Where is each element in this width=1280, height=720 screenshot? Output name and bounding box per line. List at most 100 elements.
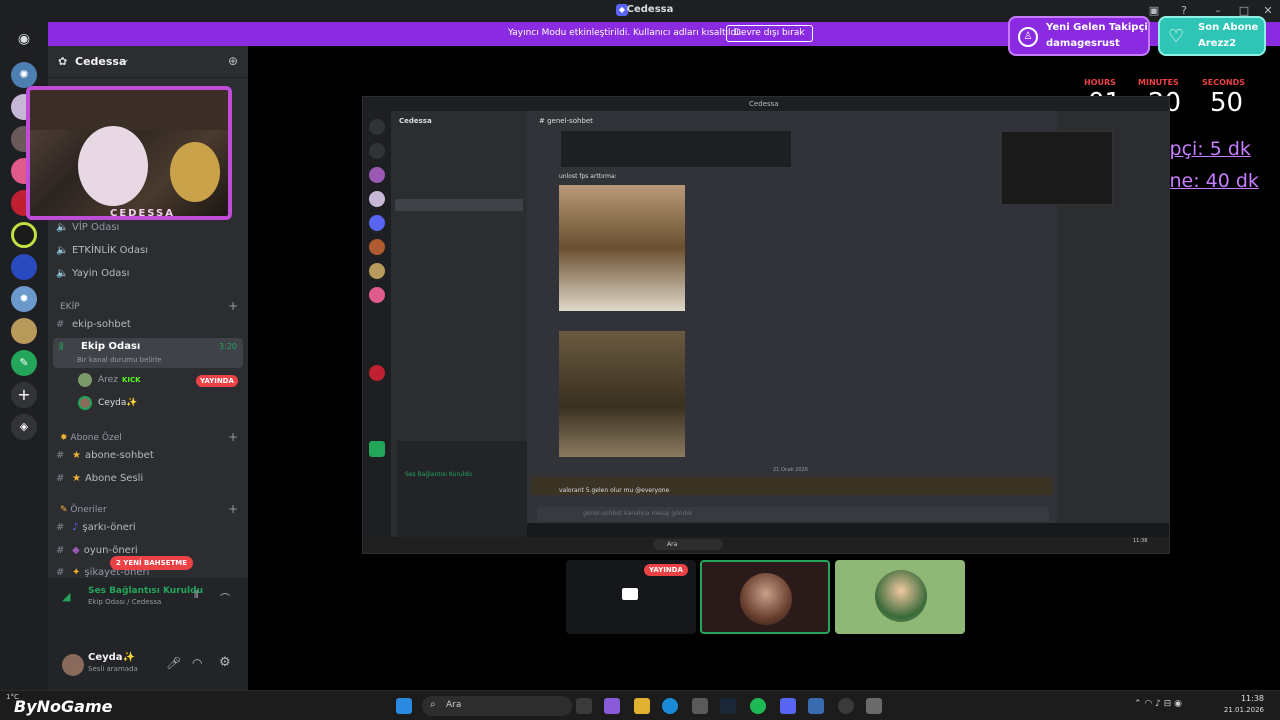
disable-streamer-mode-button[interactable]: Devre dışı bırak xyxy=(726,25,813,42)
inbox-icon[interactable]: ▣ xyxy=(1146,3,1162,19)
channel-vip[interactable]: 🔈 VİP Odası xyxy=(56,222,119,242)
voice-status[interactable]: Ses Bağlantısı Kuruldu xyxy=(88,586,203,596)
channel-label: şarkı-öneri xyxy=(82,522,136,533)
hash-icon: # xyxy=(56,319,65,330)
new-mentions-badge[interactable]: 2 YENİ BAHSETME xyxy=(110,556,194,570)
speaker-icon: 🔈 xyxy=(56,245,69,256)
stream-channel-name: # genel-sohbet xyxy=(539,117,593,125)
seconds-value: 50 xyxy=(1210,88,1244,118)
live-badge: YAYINDA xyxy=(196,375,238,387)
seconds-label: SECONDS xyxy=(1202,78,1245,87)
channel-abone-sohbet[interactable]: # ★ abone-sohbet xyxy=(56,450,154,470)
meme-image xyxy=(559,185,685,311)
star-icon: ✸ xyxy=(60,433,71,443)
teddy-bear xyxy=(170,142,220,202)
steam-icon[interactable] xyxy=(720,698,736,714)
channel-label: ETKİNLİK Odası xyxy=(72,245,149,256)
voice-timer: 3:20 xyxy=(219,342,237,351)
headphones-icon[interactable]: ◠ xyxy=(192,656,202,670)
file-explorer-icon[interactable] xyxy=(634,698,650,714)
add-channel-icon[interactable]: + xyxy=(228,299,238,313)
category-label: Öneriler xyxy=(70,505,107,515)
add-server-icon[interactable]: + xyxy=(11,382,37,408)
stream-server-list xyxy=(363,111,391,537)
obs-icon[interactable] xyxy=(838,698,854,714)
edge-icon[interactable] xyxy=(662,698,678,714)
server-icon[interactable]: ✹ xyxy=(11,286,37,312)
avatar[interactable] xyxy=(62,654,84,676)
avatar xyxy=(740,573,792,625)
signal-icon: ◢ xyxy=(62,590,71,603)
voice-member[interactable]: Ceyda✨ xyxy=(98,398,138,408)
windows-taskbar: 1°C ByNoGame ⌕ Ara ⌃ ◠ ♪ ⊟ ◉ 11:38 21.01… xyxy=(0,690,1280,720)
taskbar-search[interactable]: ⌕ Ara xyxy=(422,696,572,716)
add-channel-icon[interactable]: + xyxy=(228,430,238,444)
window-title: Cedessa xyxy=(626,4,674,15)
channel-etkinlik[interactable]: 🔈 ETKİNLİK Odası xyxy=(56,245,148,265)
clock-date[interactable]: 21.01.2026 xyxy=(1206,706,1264,714)
guild-header[interactable]: ✿ Cedessa ⌄ ⊕ xyxy=(48,46,248,78)
copilot-icon[interactable] xyxy=(604,698,620,714)
store-icon[interactable] xyxy=(692,698,708,714)
server-icon[interactable] xyxy=(11,318,37,344)
category-ekip[interactable]: EKİP xyxy=(60,302,80,312)
discord-home-icon[interactable]: ◉ xyxy=(11,26,37,52)
channel-yayin[interactable]: 🔈 Yayin Odası xyxy=(56,268,129,288)
hash-icon: # xyxy=(56,567,65,578)
webcam-overlay: CEDESSA xyxy=(26,86,232,220)
channel-sarki[interactable]: # ♪ şarkı-öneri xyxy=(56,522,136,542)
stream-guild-name: Cedessa xyxy=(399,117,432,125)
screen-share-stream[interactable]: Cedessa Cedessa Ses Bağlantısı Kuruldu #… xyxy=(362,96,1170,554)
gamepad-icon: ◆ xyxy=(72,545,80,556)
spotify-icon[interactable] xyxy=(750,698,766,714)
hash-icon: # xyxy=(56,545,65,556)
username[interactable]: Ceyda✨ xyxy=(88,652,135,663)
server-icon[interactable]: ✺ xyxy=(11,62,37,88)
category-oneriler[interactable]: ✎ Öneriler xyxy=(60,505,107,515)
voice-member[interactable]: Arez xyxy=(98,375,118,385)
app-icon[interactable] xyxy=(808,698,824,714)
disconnect-icon[interactable]: ⌒ xyxy=(220,590,230,605)
avatar xyxy=(78,373,92,387)
server-icon[interactable] xyxy=(11,254,37,280)
hash-icon: # xyxy=(56,450,65,461)
category-abone[interactable]: ✸ Abone Özel xyxy=(60,433,122,443)
gif-image xyxy=(559,331,685,457)
server-icon[interactable] xyxy=(11,222,37,248)
guild-name: Cedessa xyxy=(75,55,127,68)
participant-tile[interactable] xyxy=(700,560,830,634)
stream-taskbar: Ara 11:38 xyxy=(363,537,1169,553)
hash-icon: # xyxy=(56,522,65,533)
channel-ekip-sohbet[interactable]: # ekip-sohbet xyxy=(56,319,131,339)
add-member-icon[interactable]: ⊕ xyxy=(228,54,238,68)
add-channel-icon[interactable]: + xyxy=(228,502,238,516)
category-label: Abone Özel xyxy=(70,433,122,443)
participant-tile[interactable] xyxy=(835,560,965,634)
settings-icon[interactable] xyxy=(866,698,882,714)
user-panel: Ceyda✨ Sesli aramada 🎤︎ ◠ ⚙ xyxy=(48,644,248,690)
screen-share-tile[interactable]: YAYINDA xyxy=(566,560,696,634)
tray-icons[interactable]: ⌃ ◠ ♪ ⊟ ◉ xyxy=(1134,699,1182,709)
channel-status[interactable]: Bir kanal durumu belirle xyxy=(77,356,161,364)
banner-text: Yayıncı Modu etkinleştirildi. Kullanıcı … xyxy=(508,28,742,38)
channel-label: Abone Sesli xyxy=(84,473,144,484)
channel-ekip-odasi[interactable]: ⦀ Ekip Odası 3:20 Bir kanal durumu belir… xyxy=(53,338,243,368)
speaker-icon: 🔈 xyxy=(56,268,69,279)
hours-label: HOURS xyxy=(1084,78,1116,87)
stream-search: Ara xyxy=(653,539,723,550)
windows-start-icon[interactable] xyxy=(396,698,412,714)
server-icon[interactable]: ✎ xyxy=(11,350,37,376)
discord-icon[interactable] xyxy=(780,698,796,714)
clock-time[interactable]: 11:38 xyxy=(1214,694,1264,703)
guild-icon: ✿ xyxy=(58,55,68,68)
channel-label: Ekip Odası xyxy=(81,341,141,352)
explore-icon[interactable]: ◈ xyxy=(11,414,37,440)
channel-abone-sesli[interactable]: # ★ Abone Sesli xyxy=(56,473,143,493)
noise-suppression-icon[interactable]: ⦀ xyxy=(194,590,198,601)
idea-icon: ✎ xyxy=(60,505,71,515)
task-view-icon[interactable] xyxy=(576,698,592,714)
chevron-down-icon: ⌄ xyxy=(122,55,130,65)
microphone-icon[interactable]: 🎤︎ xyxy=(166,656,181,670)
channel-label: ekip-sohbet xyxy=(72,319,131,330)
settings-gear-icon[interactable]: ⚙ xyxy=(219,655,231,670)
